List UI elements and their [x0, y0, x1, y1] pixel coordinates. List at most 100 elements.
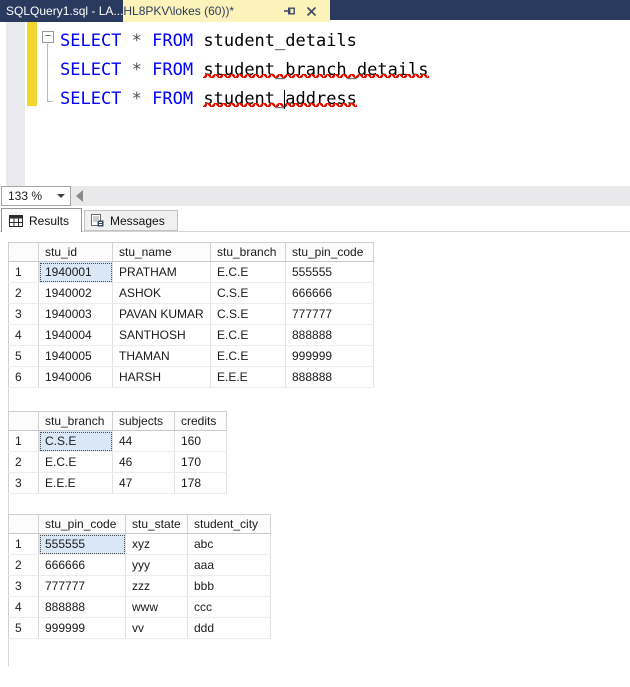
grid-cell[interactable]: 1940002	[39, 283, 113, 304]
selected-grid-cell[interactable]: C.S.E	[39, 431, 113, 452]
grid-cell[interactable]: 160	[175, 431, 227, 452]
grid-cell[interactable]: THAMAN	[113, 346, 211, 367]
select-all-corner[interactable]	[9, 412, 39, 431]
grid-cell[interactable]: E.C.E	[211, 262, 286, 283]
column-header-stu_id[interactable]: stu_id	[39, 243, 113, 262]
grid-cell[interactable]: E.C.E	[211, 346, 286, 367]
grid-cell[interactable]: 888888	[39, 597, 126, 618]
grid-cell[interactable]: www	[126, 597, 188, 618]
results-tab-strip: Results Messages	[0, 207, 630, 232]
selected-grid-cell[interactable]: 1940001	[39, 262, 113, 283]
grid-cell[interactable]: C.S.E	[211, 283, 286, 304]
scroll-left-arrow-icon[interactable]	[76, 190, 83, 202]
grid-cell[interactable]: 666666	[39, 555, 126, 576]
grid-cell[interactable]: 1940003	[39, 304, 113, 325]
tab-messages[interactable]: Messages	[84, 210, 178, 231]
sql-operator: *	[132, 60, 142, 80]
grid-cell[interactable]: 666666	[286, 283, 374, 304]
row-number[interactable]: 4	[9, 325, 39, 346]
query-editor-pane[interactable]: − SELECT * FROM student_details SELECT *…	[0, 22, 630, 186]
row-number[interactable]: 4	[9, 597, 39, 618]
grid-cell[interactable]: 777777	[39, 576, 126, 597]
grid-cell[interactable]: E.C.E	[39, 452, 113, 473]
row-number[interactable]: 2	[9, 452, 39, 473]
grid-cell[interactable]: 888888	[286, 367, 374, 388]
grid-cell[interactable]: yyy	[126, 555, 188, 576]
column-header-stu_pin_code[interactable]: stu_pin_code	[286, 243, 374, 262]
grid-cell[interactable]: zzz	[126, 576, 188, 597]
grid-cell[interactable]: 1940004	[39, 325, 113, 346]
column-header-student_city[interactable]: student_city	[188, 515, 271, 534]
horizontal-scrollbar[interactable]	[71, 186, 630, 206]
grid-cell[interactable]: 1940006	[39, 367, 113, 388]
row-number[interactable]: 1	[9, 431, 39, 452]
grid-cell[interactable]: 46	[113, 452, 175, 473]
grid-cell[interactable]: 888888	[286, 325, 374, 346]
sql-operator: *	[132, 31, 142, 51]
zoom-level-select[interactable]: 133 %	[1, 186, 71, 206]
grid-cell[interactable]: ccc	[188, 597, 271, 618]
grid-cell[interactable]: 999999	[286, 346, 374, 367]
tab-results[interactable]: Results	[1, 208, 82, 232]
column-header-stu_branch[interactable]: stu_branch	[211, 243, 286, 262]
result-set-2: stu_branchsubjectscredits 1C.S.E44160 2E.C…	[8, 411, 630, 494]
code-line-2[interactable]: SELECT * FROM student_branch_details	[0, 56, 630, 85]
row-number[interactable]: 2	[9, 283, 39, 304]
column-header-stu_pin_code[interactable]: stu_pin_code	[39, 515, 126, 534]
grid-cell[interactable]: SANTHOSH	[113, 325, 211, 346]
table-name-error-squiggle: student_branch_details	[203, 60, 428, 80]
column-header-subjects[interactable]: subjects	[113, 412, 175, 431]
document-tab[interactable]: SQLQuery1.sql - LA... HL8PKV\lokes (60))…	[0, 0, 330, 22]
code-line-3[interactable]: SELECT * FROM student_address	[0, 85, 630, 114]
selected-grid-cell[interactable]: 555555	[39, 534, 126, 555]
grid-cell[interactable]: abc	[188, 534, 271, 555]
row-number[interactable]: 3	[9, 473, 39, 494]
grid-cell[interactable]: 1940005	[39, 346, 113, 367]
close-icon[interactable]	[306, 6, 317, 17]
row-number[interactable]: 1	[9, 262, 39, 283]
code-line-1[interactable]: SELECT * FROM student_details	[0, 27, 630, 56]
column-header-stu_branch[interactable]: stu_branch	[39, 412, 113, 431]
grid-cell[interactable]: 178	[175, 473, 227, 494]
grid-cell[interactable]: 170	[175, 452, 227, 473]
row-number[interactable]: 5	[9, 346, 39, 367]
column-header-stu_state[interactable]: stu_state	[126, 515, 188, 534]
row-number[interactable]: 5	[9, 618, 39, 639]
column-header-stu_name[interactable]: stu_name	[113, 243, 211, 262]
row-number[interactable]: 1	[9, 534, 39, 555]
grid-cell[interactable]: 47	[113, 473, 175, 494]
grid-cell[interactable]: xyz	[126, 534, 188, 555]
pin-icon[interactable]	[284, 5, 296, 17]
grid-cell[interactable]: ddd	[188, 618, 271, 639]
grid-cell[interactable]: 555555	[286, 262, 374, 283]
row-number[interactable]: 3	[9, 576, 39, 597]
grid-cell[interactable]: bbb	[188, 576, 271, 597]
grid-cell[interactable]: vv	[126, 618, 188, 639]
grid-cell[interactable]: ASHOK	[113, 283, 211, 304]
row-number[interactable]: 6	[9, 367, 39, 388]
tab-title: HL8PKV\lokes (60))*	[123, 0, 234, 22]
grid-cell[interactable]: PRATHAM	[113, 262, 211, 283]
grid-cell[interactable]: HARSH	[113, 367, 211, 388]
grid-cell[interactable]: C.S.E	[211, 304, 286, 325]
grid-cell[interactable]: 777777	[286, 304, 374, 325]
document-tab-strip: SQLQuery1.sql - LA... HL8PKV\lokes (60))…	[0, 0, 630, 22]
grid-cell[interactable]: E.C.E	[211, 325, 286, 346]
grid-row: 11940001PRATHAME.C.E555555	[9, 262, 374, 283]
grid-cell[interactable]: 44	[113, 431, 175, 452]
grid-cell[interactable]: aaa	[188, 555, 271, 576]
results-grid-icon	[9, 215, 23, 227]
grid-cell[interactable]: E.E.E	[39, 473, 113, 494]
grid-cell[interactable]: PAVAN KUMAR	[113, 304, 211, 325]
grid-row: 61940006HARSHE.E.E888888	[9, 367, 374, 388]
select-all-corner[interactable]	[9, 243, 39, 262]
grid-row: 41940004SANTHOSHE.C.E888888	[9, 325, 374, 346]
grid-cell[interactable]: E.E.E	[211, 367, 286, 388]
row-number[interactable]: 2	[9, 555, 39, 576]
result-grid: stu_pin_codestu_statestudent_city1555555…	[8, 514, 271, 639]
grid-cell[interactable]: 999999	[39, 618, 126, 639]
text-caret	[284, 90, 285, 109]
select-all-corner[interactable]	[9, 515, 39, 534]
row-number[interactable]: 3	[9, 304, 39, 325]
column-header-credits[interactable]: credits	[175, 412, 227, 431]
